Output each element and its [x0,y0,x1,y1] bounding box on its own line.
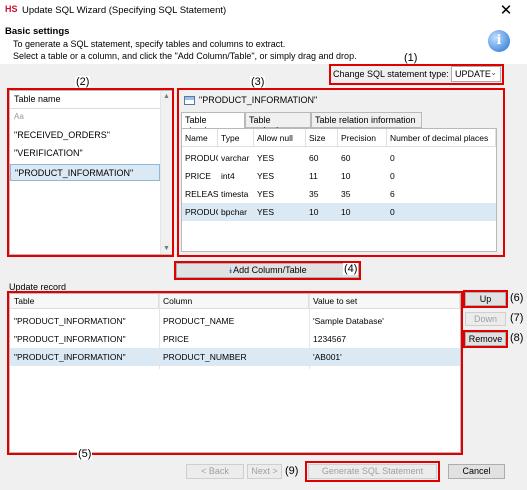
table-list[interactable]: Table name Aa "RECEIVED_ORDERS" "VERIFIC… [9,90,172,255]
callout-label-9: (9) [285,465,299,477]
callout-label-5: (5) [77,448,93,460]
app-logo-icon: HS [5,4,18,14]
callout-label-2: (2) [75,76,91,88]
cell: YES [257,207,275,217]
table-detail-panel: "PRODUCT_INFORMATION" Table structure Ta… [179,90,499,255]
cancel-button[interactable]: Cancel [448,464,505,479]
cell: YES [257,153,275,163]
section-heading: Basic settings [5,26,70,37]
change-type-label: Change SQL statement type: [333,69,449,79]
selected-table-title: "PRODUCT_INFORMATION" [199,95,318,105]
column-header[interactable]: Allow null [254,129,306,147]
instructions-line-2: Select a table or a column, and click th… [13,51,357,61]
cell: 10 [341,207,351,217]
cell: "PRODUCT_INFORMATION" [14,316,126,326]
column-structure-grid[interactable]: Name Type Allow null Size Precision Numb… [181,128,497,252]
cell: timesta [221,189,249,199]
update-record-label: Update record [9,282,67,292]
close-icon[interactable]: ✕ [492,1,520,21]
info-icon[interactable]: i [488,30,510,52]
cell: 10 [341,171,351,181]
cell: YES [257,171,275,181]
cell: int4 [221,171,235,181]
cell: PRODUCT_NAME [163,316,235,326]
cell: YES [257,189,275,199]
table-list-header: Table name [10,91,160,109]
window-title: Update SQL Wizard (Specifying SQL Statem… [22,5,227,16]
cell[interactable]: 1234567 [309,330,460,348]
instructions-line-1: To generate a SQL statement, specify tab… [13,39,286,49]
tab-table-structure[interactable]: Table structure [181,112,245,135]
statement-type-value: UPDATE [455,69,491,79]
add-column-table-button[interactable]: ⯯Add Column/Table [176,263,359,278]
cell: 60 [341,153,351,163]
add-button-label: Add Column/Table [233,265,307,275]
generate-sql-button[interactable]: Generate SQL Statement [308,464,437,479]
statement-type-select[interactable]: UPDATE ⌄ [451,66,501,82]
cell: 10 [309,207,319,217]
cell: PRODUC [185,207,218,217]
cell[interactable]: 'AB001' [309,348,460,366]
cell: bpchar [221,207,247,217]
callout-label-7: (7) [510,312,524,324]
column-header[interactable]: Number of decimal places [387,129,496,147]
cell: 0 [390,153,395,163]
table-list-item-selected[interactable]: "PRODUCT_INFORMATION" [10,164,160,181]
cell: 0 [390,171,395,181]
callout-label-6: (6) [510,292,524,304]
table-list-item[interactable]: "RECEIVED_ORDERS" [10,127,160,144]
cell: RELEASE [185,189,218,199]
table-filter-input[interactable]: Aa [10,110,160,124]
cell: PRICE [163,334,189,344]
chevron-down-icon: ⌄ [490,68,497,77]
cell: 35 [341,189,351,199]
column-divider [309,294,310,369]
column-header[interactable]: Value to set [309,294,460,309]
title-bar: HS Update SQL Wizard (Specifying SQL Sta… [0,0,527,22]
cell: varchar [221,153,250,163]
tab-table-relation[interactable]: Table relation information [311,112,422,128]
callout-label-1: (1) [403,52,419,64]
column-header[interactable]: Table [10,294,159,309]
cell: "PRODUCT_INFORMATION" [14,334,126,344]
cell: PRODUC [185,153,218,163]
table-icon [184,96,195,105]
table-list-scrollbar[interactable]: ▲ ▼ [160,91,172,254]
cell: PRODUCT_NUMBER [163,352,247,362]
update-record-grid[interactable]: Table Column Value to set "PRODUCT_INFOR… [9,293,461,453]
column-header[interactable]: Name [182,129,218,147]
cell: 60 [309,153,319,163]
scroll-down-icon[interactable]: ▼ [163,245,170,252]
next-button[interactable]: Next > [247,464,282,479]
cell: 35 [309,189,319,199]
cell: 0 [390,207,395,217]
callout-label-3: (3) [250,76,266,88]
callout-label-4: (4) [343,263,359,275]
cell: "PRODUCT_INFORMATION" [14,352,126,362]
remove-button[interactable]: Remove [465,332,506,346]
up-button[interactable]: Up [465,292,506,306]
tab-table-contents[interactable]: Table contents [245,112,311,135]
table-list-item[interactable]: "VERIFICATION" [10,145,160,162]
column-divider [159,294,160,369]
column-header[interactable]: Precision [338,129,387,147]
callout-label-8: (8) [510,332,524,344]
column-header[interactable]: Size [306,129,338,147]
cell: 6 [390,189,395,199]
scroll-up-icon[interactable]: ▲ [163,93,170,100]
cell: 11 [309,171,318,181]
column-header[interactable]: Type [218,129,254,147]
column-header[interactable]: Column [159,294,309,309]
cell[interactable]: 'Sample Database' [309,312,460,330]
cell: PRICE [185,171,211,181]
back-button[interactable]: < Back [186,464,244,479]
down-button[interactable]: Down [465,312,506,326]
